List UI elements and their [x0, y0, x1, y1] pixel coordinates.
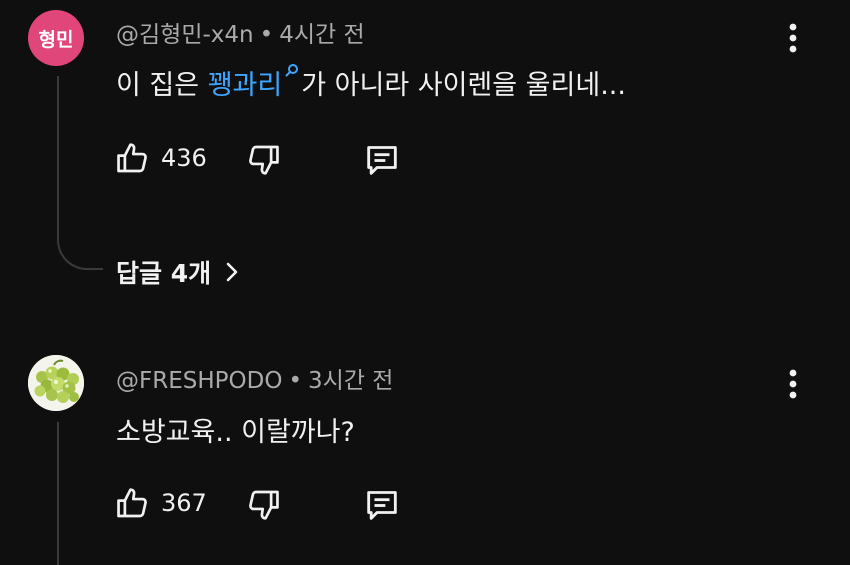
thread-connector [57, 218, 103, 270]
avatar[interactable] [28, 355, 84, 411]
reply-button[interactable] [362, 140, 402, 180]
comment-text: 소방교육.. 이랄까나? [116, 410, 355, 449]
like-count: 436 [161, 144, 207, 172]
thread-line [57, 76, 59, 226]
thumb-down-icon [249, 490, 279, 520]
comment-meta: @FRESHPODO • 3시간 전 [116, 361, 393, 395]
search-link[interactable]: 꽹과리 [207, 64, 302, 101]
search-icon [285, 64, 299, 77]
view-replies-button[interactable]: 답글 4개 [116, 254, 239, 290]
dislike-button[interactable] [245, 141, 283, 179]
comment-time[interactable]: 4시간 전 [279, 22, 364, 48]
thread-line [57, 422, 59, 565]
comment-author[interactable]: @FRESHPODO [116, 368, 282, 394]
comment-time[interactable]: 3시간 전 [308, 368, 393, 394]
like-button[interactable]: 436 [113, 139, 207, 177]
more-vert-icon [789, 369, 797, 399]
meta-separator: • [259, 22, 274, 48]
comment-meta: @김형민-x4n • 4시간 전 [116, 15, 365, 49]
reply-button[interactable] [362, 485, 402, 525]
comment-text-start: 이 집은 [116, 70, 208, 101]
dislike-button[interactable] [245, 486, 283, 524]
replies-count-label: 답글 4개 [116, 259, 212, 288]
reply-comment-icon [367, 146, 397, 175]
more-options-button[interactable] [778, 366, 808, 402]
thumb-up-icon [117, 488, 147, 518]
chevron-right-icon [226, 262, 238, 282]
search-link-label: 꽹과리 [207, 70, 283, 101]
avatar[interactable]: 형민 [28, 10, 84, 66]
grapes-avatar [28, 355, 84, 411]
comment-text-end: 가 아니라 사이렌을 울리네... [301, 70, 626, 101]
comment-text: 이 집은 꽹과리 가 아니라 사이렌을 울리네... [116, 63, 626, 102]
thumb-up-icon [117, 143, 147, 173]
thumb-down-icon [249, 145, 279, 175]
comment-author[interactable]: @김형민-x4n [116, 22, 254, 48]
like-count: 367 [161, 489, 207, 517]
avatar-initials: 형민 [38, 28, 74, 51]
comment-text-content: 소방교육.. 이랄까나? [116, 417, 355, 448]
more-options-button[interactable] [778, 20, 808, 56]
more-vert-icon [789, 23, 797, 53]
like-button[interactable]: 367 [113, 484, 207, 522]
reply-comment-icon [367, 491, 397, 520]
meta-separator: • [288, 368, 303, 394]
